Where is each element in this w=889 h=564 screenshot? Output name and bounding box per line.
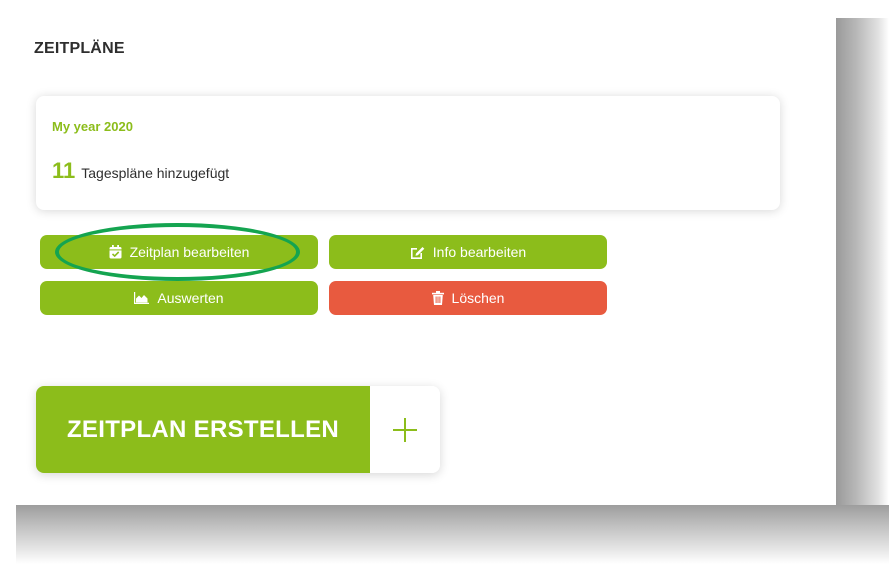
create-schedule-label: ZEITPLAN ERSTELLEN	[36, 386, 370, 473]
calendar-check-icon	[109, 245, 122, 259]
schedule-name: My year 2020	[52, 119, 133, 134]
schedule-card[interactable]: My year 2020 11 Tagespläne hinzugefügt	[36, 96, 780, 210]
edit-info-button[interactable]: Info bearbeiten	[329, 235, 607, 269]
schedules-panel: ZEITPLÄNE My year 2020 11 Tagespläne hin…	[10, 16, 836, 505]
section-title: ZEITPLÄNE	[34, 40, 125, 57]
delete-label: Löschen	[451, 290, 505, 306]
create-schedule-button[interactable]: ZEITPLAN ERSTELLEN	[36, 386, 440, 473]
schedule-count: 11	[52, 158, 76, 183]
edit-plan-button[interactable]: Zeitplan bearbeiten	[40, 235, 318, 269]
evaluate-label: Auswerten	[157, 290, 224, 306]
window-shadow-right	[836, 18, 889, 538]
delete-button[interactable]: Löschen	[329, 281, 607, 315]
edit-plan-label: Zeitplan bearbeiten	[129, 244, 250, 260]
schedule-count-row: 11 Tagespläne hinzugefügt	[52, 158, 229, 184]
evaluate-button[interactable]: Auswerten	[40, 281, 318, 315]
area-chart-icon	[134, 292, 150, 304]
trash-icon	[431, 291, 444, 305]
plus-icon	[370, 386, 440, 473]
edit-icon	[410, 245, 425, 259]
edit-info-label: Info bearbeiten	[432, 244, 527, 260]
window-shadow-bottom	[16, 505, 889, 564]
schedule-count-label: Tagespläne hinzugefügt	[81, 165, 230, 181]
